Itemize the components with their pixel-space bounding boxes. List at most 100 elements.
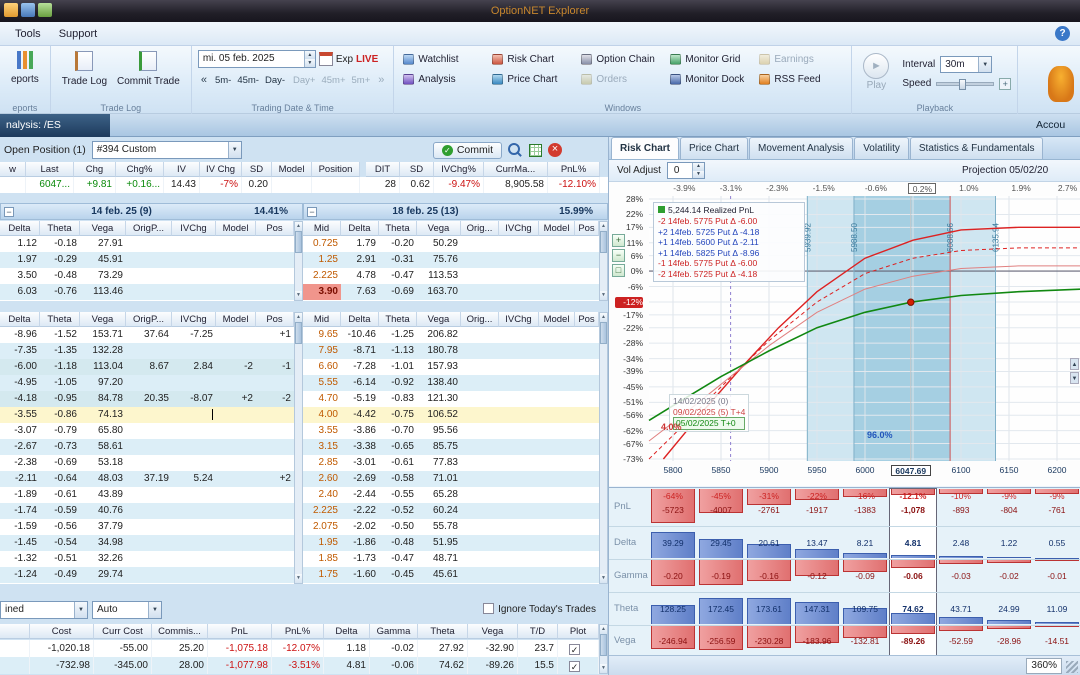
cell[interactable] [499,487,539,503]
cell[interactable] [499,455,539,471]
cell[interactable] [172,503,216,519]
play-button[interactable]: ► Play [858,49,894,101]
cell[interactable]: -7.25 [172,327,216,343]
cell[interactable]: 58.61 [80,439,126,455]
expiry-header[interactable]: −18 feb. 25 (13) 15.99% [303,203,608,220]
cell[interactable]: -0.55 [379,487,417,503]
cell[interactable] [575,567,599,583]
cell[interactable]: 2.85 [303,455,341,471]
nav-5m-button[interactable]: 5m- [212,74,234,87]
cell[interactable]: -2.67 [0,439,40,455]
cell[interactable] [172,551,216,567]
cell[interactable] [216,327,256,343]
cell[interactable] [461,519,499,535]
cell[interactable]: 2.225 [303,503,341,519]
cell[interactable]: 9.65 [303,327,341,343]
cell[interactable]: -0.50 [379,519,417,535]
cell[interactable]: 4.78 [341,268,379,284]
rss-feed-button[interactable]: RSS Feed [756,69,845,89]
cell[interactable]: 95.56 [417,423,461,439]
help-icon[interactable]: ? [1055,26,1070,41]
cell[interactable] [172,519,216,535]
chain-row[interactable]: -1.89 -0.61 43.89 [0,487,294,503]
cell[interactable]: 206.82 [417,327,461,343]
cell[interactable]: -0.61 [40,487,80,503]
cell[interactable] [256,455,294,471]
scroll-up-icon[interactable]: ▲ [600,313,607,322]
close-position-icon[interactable]: × [548,143,562,157]
cell[interactable]: 163.70 [417,284,461,300]
cell[interactable]: 37.79 [80,519,126,535]
nav-day-button[interactable]: Day+ [290,74,318,87]
commit-button[interactable]: ✓ Commit [432,141,502,159]
cell[interactable] [575,327,599,343]
cell[interactable]: -5.19 [341,391,379,407]
cell[interactable]: 97.20 [80,375,126,391]
cell[interactable] [499,551,539,567]
chain-row[interactable]: 1.97 -0.29 45.91 [0,252,294,268]
cell[interactable]: -0.48 [379,535,417,551]
scrollbar[interactable]: ▲ ▼ [599,624,608,674]
cell[interactable]: -0.69 [40,455,80,471]
scroll-thumb[interactable] [600,322,607,344]
cell[interactable]: 6.03 [0,284,40,300]
cell[interactable]: -0.64 [40,471,80,487]
scrollbar[interactable]: ▲ ▼ [599,221,608,301]
cell[interactable] [461,327,499,343]
cell[interactable] [499,268,539,284]
cell[interactable]: 50.29 [417,236,461,252]
cell[interactable]: -1 [256,359,294,375]
cell[interactable]: -0.92 [379,375,417,391]
cell[interactable] [539,268,575,284]
cell[interactable] [539,375,575,391]
cell[interactable] [539,236,575,252]
scroll-up-icon[interactable]: ▲ [600,222,607,231]
expiry-header[interactable]: −14 feb. 25 (9) 14.41% [0,203,303,220]
risk-chart[interactable]: 5939.92 5988.50 6088.66 6135.94 -3.9% -3.1% -2… [609,182,1080,486]
tab-price-chart[interactable]: Price Chart [680,137,749,159]
cell[interactable] [539,487,575,503]
cell[interactable] [256,567,294,583]
cell[interactable]: 3.50 [0,268,40,284]
scrollbar[interactable]: ▲ ▼ [599,312,608,584]
nav-5m-button[interactable]: 5m+ [349,74,374,87]
cell[interactable] [126,236,172,252]
cell[interactable] [461,391,499,407]
cell[interactable]: -0.76 [40,284,80,300]
monitor-grid-button[interactable]: Monitor Grid [667,49,756,69]
cell[interactable] [216,503,256,519]
cell[interactable] [172,407,216,423]
speed-increase-icon[interactable]: + [999,77,1012,90]
chain-row[interactable]: -2.67 -0.73 58.61 [0,439,294,455]
chain-row[interactable]: 1.95 -1.86 -0.48 51.95 [303,535,599,551]
cell[interactable] [575,236,599,252]
cell[interactable] [575,343,599,359]
chain-row[interactable]: 1.75 -1.60 -0.45 45.61 [303,567,599,583]
chain-row[interactable]: -4.95 -1.05 97.20 [0,375,294,391]
cell[interactable]: 2.91 [341,252,379,268]
cell[interactable]: -1.45 [0,535,40,551]
cell[interactable]: -4.18 [0,391,40,407]
cell[interactable]: -0.31 [379,252,417,268]
cell[interactable] [172,343,216,359]
cell[interactable]: 55.78 [417,519,461,535]
cell[interactable]: 157.93 [417,359,461,375]
menu-tools[interactable]: Tools [6,25,50,43]
cell[interactable] [216,268,256,284]
cell[interactable] [539,439,575,455]
cell[interactable] [575,487,599,503]
chain-row[interactable]: -1.32 -0.51 32.26 [0,551,294,567]
cell[interactable] [575,375,599,391]
date-spinner[interactable]: ▲ ▼ [303,51,315,67]
cell[interactable] [461,407,499,423]
cell[interactable] [216,535,256,551]
cell[interactable]: -1.18 [40,359,80,375]
export-grid-icon[interactable] [529,143,542,157]
cell[interactable] [126,567,172,583]
cell[interactable]: -4.95 [0,375,40,391]
cell[interactable] [126,268,172,284]
chain-row[interactable]: 2.60 -2.69 -0.58 71.01 [303,471,599,487]
cell[interactable] [256,407,294,423]
cell[interactable]: -0.47 [379,268,417,284]
ignore-todays-trades-checkbox[interactable] [483,603,495,614]
